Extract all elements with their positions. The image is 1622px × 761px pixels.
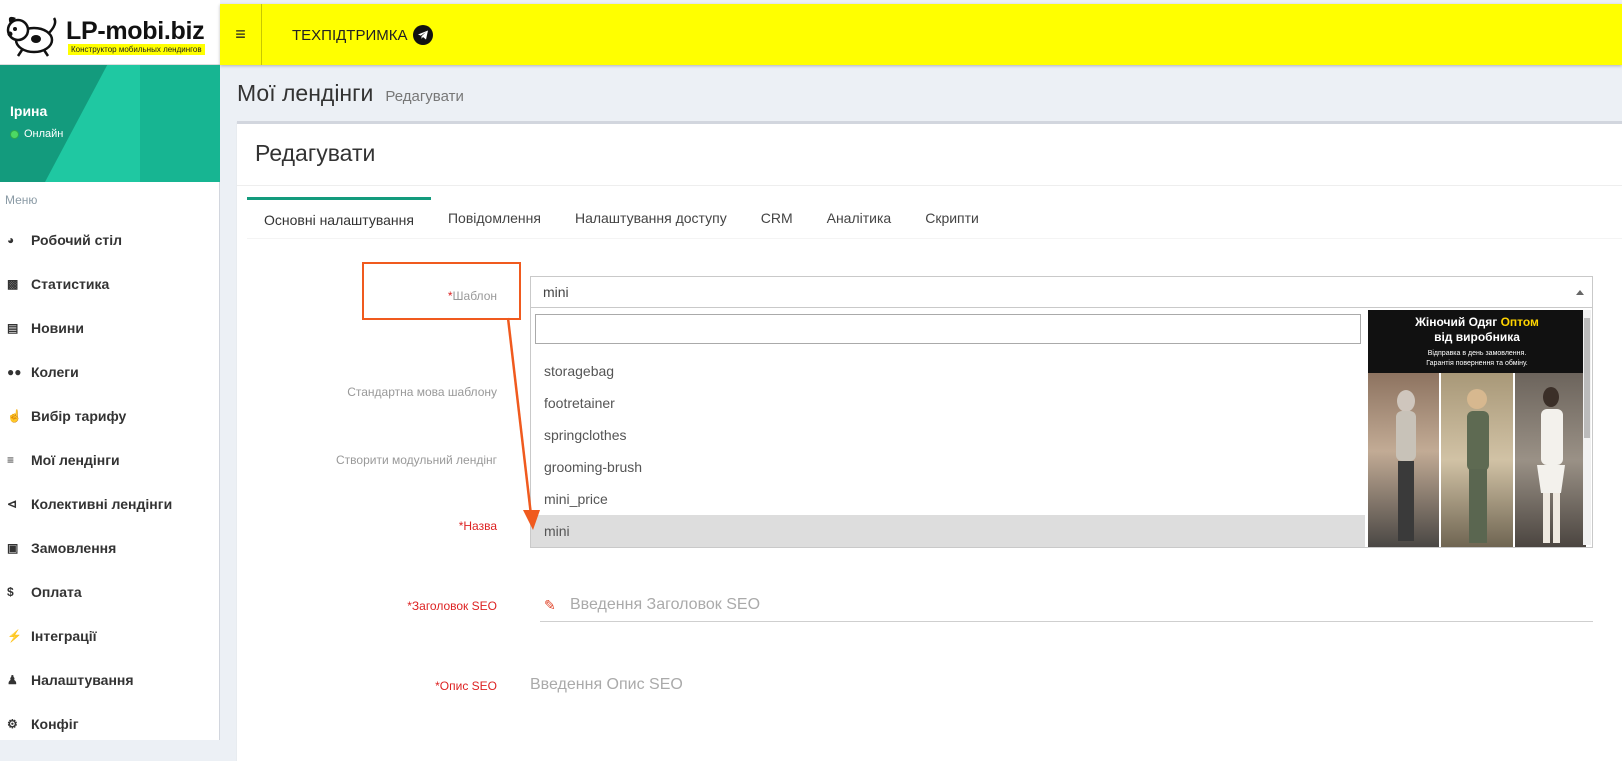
tab-notifications[interactable]: Повідомлення — [431, 197, 558, 239]
online-status-icon — [10, 129, 19, 139]
cart-icon: ▣ — [7, 541, 19, 555]
dropdown-search-input[interactable] — [535, 314, 1361, 344]
sidebar-item-news[interactable]: ▤ Новини — [0, 306, 219, 350]
tabs: Основні налаштування Повідомлення Налашт… — [247, 197, 1622, 239]
preview-note: Відправка в день замовлення. Гарантія по… — [1426, 350, 1528, 367]
template-language-label: Стандартна мова шаблону — [347, 385, 497, 399]
caret-up-icon — [1576, 290, 1584, 295]
support-link[interactable]: ТЕХПІДТРИМКА — [292, 25, 434, 45]
dropdown-option[interactable]: springclothes — [531, 419, 1365, 451]
sidebar-item-tariff[interactable]: ☝ Вибір тарифу — [0, 394, 219, 438]
users-icon: ●● — [7, 365, 22, 379]
tab-scripts[interactable]: Скрипти — [908, 197, 996, 239]
dropdown-option[interactable]: storagebag — [531, 355, 1365, 387]
template-preview-image: Жіночий Одяг Оптом від виробника Відправ… — [1368, 310, 1586, 547]
user-name: Ірина — [10, 103, 48, 119]
dropdown-option-selected[interactable]: mini — [531, 515, 1365, 547]
highlight-annotation — [362, 262, 521, 320]
dropdown-option[interactable]: grooming-brush — [531, 451, 1365, 483]
model-photo — [1441, 373, 1515, 547]
sidebar-item-integrations[interactable]: ⚡ Інтеграції — [0, 614, 219, 658]
top-navbar: ≡ ТЕХПІДТРИМКА — [220, 4, 1622, 65]
sidebar-item-statistics[interactable]: ▩ Статистика — [0, 262, 219, 306]
preview-photos — [1368, 373, 1586, 547]
seo-description-input[interactable]: Введення Опис SEO — [530, 672, 1593, 702]
seo-title-label: *Заголовок SEO — [407, 599, 497, 613]
user-icon: ♟ — [7, 673, 18, 687]
seo-title-input[interactable]: ✎ Введення Заголовок SEO — [540, 590, 1593, 622]
preview-heading: Жіночий Одяг Оптом — [1415, 315, 1539, 329]
dropdown-option[interactable]: footretainer — [531, 387, 1365, 419]
model-photo — [1514, 373, 1586, 547]
telegram-icon — [413, 25, 434, 45]
cogs-icon: ⚙ — [7, 717, 18, 731]
sidebar-item-orders[interactable]: ▣ Замовлення — [0, 526, 219, 570]
dashboard-icon: ◕ — [7, 233, 15, 247]
bar-chart-icon: ▩ — [7, 277, 19, 291]
sidebar-item-payment[interactable]: $ Оплата — [0, 570, 219, 614]
name-label: *Назва — [458, 519, 497, 533]
sidebar-item-dashboard[interactable]: ◕ Робочий стіл — [0, 218, 219, 262]
template-selected-value: mini — [543, 284, 569, 300]
panel-title: Редагувати — [255, 140, 376, 166]
content-header: Мої лендінги Редагувати — [237, 80, 464, 107]
seo-title-placeholder: Введення Заголовок SEO — [570, 596, 761, 613]
stack-icon: ≡ — [7, 453, 15, 467]
modular-landing-label: Створити модульний лендінг — [336, 453, 497, 467]
page-subtitle: Редагувати — [385, 88, 464, 105]
tab-analytics[interactable]: Аналітика — [810, 197, 909, 239]
share-icon: ⊲ — [7, 497, 18, 511]
dropdown-options: storagebag footretainer springclothes gr… — [531, 355, 1365, 547]
menu-header: Меню — [5, 193, 38, 207]
logo-title: LP-mobi.biz — [66, 17, 205, 45]
sidebar-item-colleagues[interactable]: ●● Колеги — [0, 350, 219, 394]
user-panel: Ірина Онлайн — [0, 65, 220, 182]
tab-access-settings[interactable]: Налаштування доступу — [558, 197, 744, 239]
panel-divider — [237, 185, 1622, 186]
seo-description-placeholder: Введення Опис SEO — [530, 676, 683, 693]
user-status: Онлайн — [10, 128, 63, 140]
dog-logo-icon — [6, 16, 57, 57]
model-photo — [1368, 373, 1442, 547]
dropdown-scrollbar[interactable] — [1583, 310, 1591, 545]
pencil-icon: ✎ — [544, 597, 556, 613]
sidebar-item-my-landings[interactable]: ≡ Мої лендінги — [0, 438, 219, 482]
sidebar-item-collective-landings[interactable]: ⊲ Колективні лендінги — [0, 482, 219, 526]
dollar-icon: $ — [7, 585, 14, 599]
plug-icon: ⚡ — [7, 629, 22, 643]
sidebar-item-settings[interactable]: ♟ Налаштування — [0, 658, 219, 702]
tab-main-settings[interactable]: Основні налаштування — [247, 197, 431, 239]
hamburger-icon[interactable]: ≡ — [220, 4, 262, 65]
sidebar: Ірина Онлайн Меню ◕ Робочий стіл ▩ Стати… — [0, 65, 220, 740]
logo[interactable]: LP-mobi.biz Конструктор мобильных лендин… — [0, 0, 220, 65]
page-title: Мої лендінги — [237, 80, 374, 106]
dropdown-option[interactable]: mini_price — [531, 483, 1365, 515]
support-label: ТЕХПІДТРИМКА — [292, 26, 408, 44]
newspaper-icon: ▤ — [7, 321, 19, 335]
template-select[interactable]: mini — [530, 276, 1593, 308]
preview-subheading: від виробника — [1434, 330, 1520, 344]
pointer-hand-icon: ☝ — [7, 409, 22, 423]
seo-description-label: *Опис SEO — [435, 679, 497, 693]
sidebar-item-config[interactable]: ⚙ Конфіг — [0, 702, 219, 746]
template-dropdown: storagebag footretainer springclothes gr… — [530, 308, 1593, 548]
tab-crm[interactable]: CRM — [744, 197, 810, 239]
logo-subtitle: Конструктор мобильных лендингов — [68, 44, 205, 55]
